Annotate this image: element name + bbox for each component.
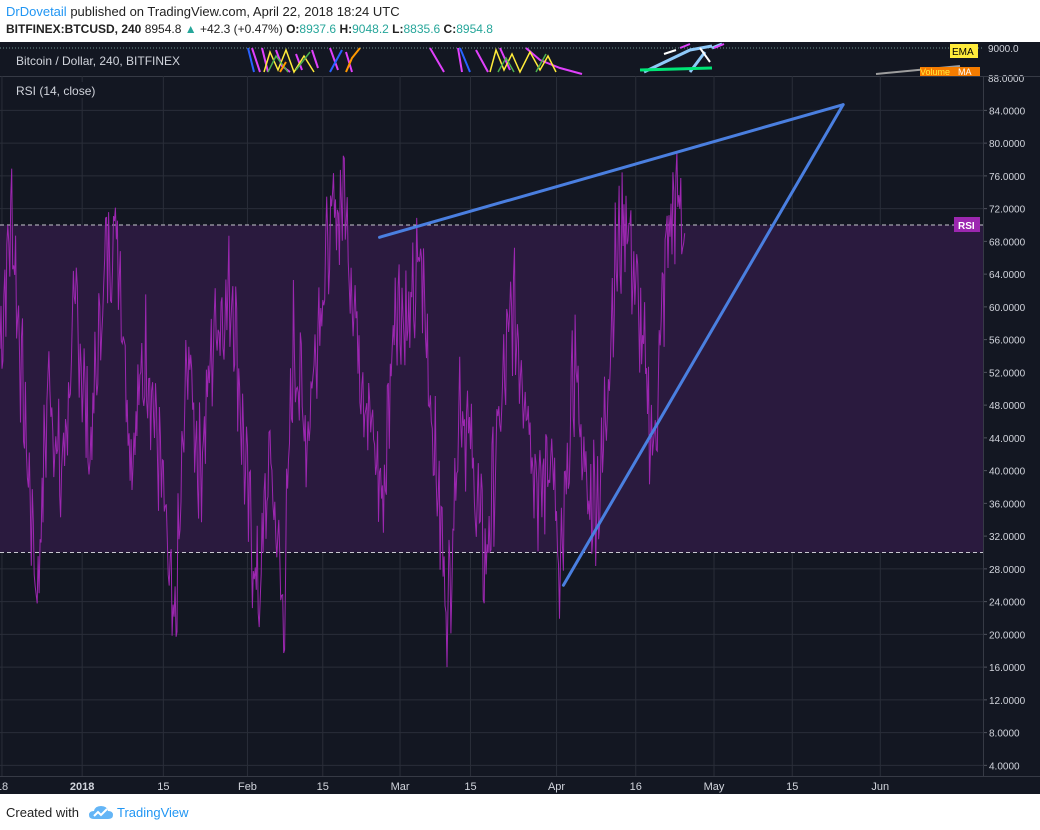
x-tick-label: Mar — [391, 781, 410, 793]
y-tick-label: 12.0000 — [989, 696, 1026, 707]
volume-axis-tick: 88.0000 — [988, 74, 1025, 85]
x-tick-label: 15 — [317, 781, 329, 793]
y-tick-label: 64.0000 — [989, 270, 1026, 281]
price-pane[interactable]: Bitcoin / Dollar, 240, BITFINEX Volume M… — [0, 42, 1040, 85]
footer: Created with TradingView — [0, 796, 1040, 830]
rsi-pane-title: RSI (14, close) — [16, 84, 95, 98]
price-axis-tick: 9000.0 — [988, 44, 1019, 55]
publish-line: DrDovetail published on TradingView.com,… — [6, 4, 400, 19]
chart-area[interactable]: Bitcoin / Dollar, 240, BITFINEX Volume M… — [0, 42, 1040, 794]
x-axis[interactable]: 18 2018 15 Feb 15 Mar 15 Apr 16 May 15 Jun — [0, 781, 889, 793]
y-tick-label: 16.0000 — [989, 663, 1026, 674]
tradingview-cloud-icon[interactable] — [88, 803, 114, 823]
up-triangle-icon: ▲ — [184, 22, 197, 36]
open-label: O: — [286, 22, 300, 36]
created-with-label: Created with — [6, 805, 79, 820]
y-tick-label: 8.0000 — [989, 729, 1020, 740]
low-value: 8835.6 — [403, 22, 441, 36]
upper-trendline[interactable] — [378, 103, 845, 239]
x-tick-label: Jun — [871, 781, 889, 793]
x-tick-label: 16 — [630, 781, 642, 793]
price-trend-green — [639, 66, 713, 72]
y-tick-label: 84.0000 — [989, 106, 1026, 117]
ema-badge: EMA — [952, 47, 974, 58]
high-label: H: — [339, 22, 353, 36]
rsi-chart-svg[interactable]: Bitcoin / Dollar, 240, BITFINEX Volume M… — [0, 42, 1040, 794]
x-tick-label: 15 — [786, 781, 798, 793]
y-tick-label: 80.0000 — [989, 139, 1026, 150]
tradingview-brand-link[interactable]: TradingView — [117, 805, 189, 820]
y-axis[interactable]: 4.0000 8.0000 12.0000 16.0000 20.0000 24.0000… — [983, 106, 1026, 772]
y-tick-label: 32.0000 — [989, 532, 1026, 543]
y-tick-label: 44.0000 — [989, 434, 1026, 445]
y-tick-label: 24.0000 — [989, 598, 1026, 609]
x-tick-label: 18 — [0, 781, 8, 793]
y-tick-label: 68.0000 — [989, 237, 1026, 248]
x-tick-label: 15 — [464, 781, 476, 793]
chart-header: DrDovetail published on TradingView.com,… — [0, 0, 1040, 42]
low-label: L: — [392, 22, 404, 36]
price-change: +42.3 (+0.47%) — [199, 22, 283, 36]
open-value: 8937.6 — [299, 22, 337, 36]
close-value: 8954.8 — [456, 22, 493, 36]
author-link[interactable]: DrDovetail — [6, 4, 67, 19]
price-pane-title: Bitcoin / Dollar, 240, BITFINEX — [16, 54, 180, 68]
rsi-badge: RSI — [958, 221, 975, 232]
y-tick-label: 76.0000 — [989, 172, 1026, 183]
volume-badge: Volume — [920, 67, 950, 77]
y-tick-label: 56.0000 — [989, 336, 1026, 347]
y-tick-label: 52.0000 — [989, 368, 1026, 379]
y-tick-label: 40.0000 — [989, 467, 1026, 478]
y-tick-label: 20.0000 — [989, 630, 1026, 641]
y-tick-label: 36.0000 — [989, 499, 1026, 510]
x-tick-label: May — [704, 781, 725, 793]
high-value: 9048.2 — [352, 22, 389, 36]
close-label: C: — [443, 22, 457, 36]
y-tick-label: 60.0000 — [989, 303, 1026, 314]
y-tick-label: 28.0000 — [989, 565, 1026, 576]
x-tick-label: Apr — [548, 781, 565, 793]
y-tick-label: 4.0000 — [989, 761, 1020, 772]
ohlc-line: BITFINEX:BTCUSD, 240 8954.8 ▲ +42.3 (+0.… — [6, 22, 493, 36]
y-tick-label: 48.0000 — [989, 401, 1026, 412]
y-tick-label: 72.0000 — [989, 205, 1026, 216]
publish-info: published on TradingView.com, April 22, … — [70, 4, 400, 19]
ma-badge: MA — [958, 67, 972, 77]
x-tick-label: Feb — [238, 781, 257, 793]
x-tick-label: 15 — [157, 781, 169, 793]
symbol-label: BITFINEX:BTCUSD, 240 — [6, 22, 142, 36]
x-tick-label: 2018 — [70, 781, 94, 793]
last-price: 8954.8 — [144, 22, 182, 36]
